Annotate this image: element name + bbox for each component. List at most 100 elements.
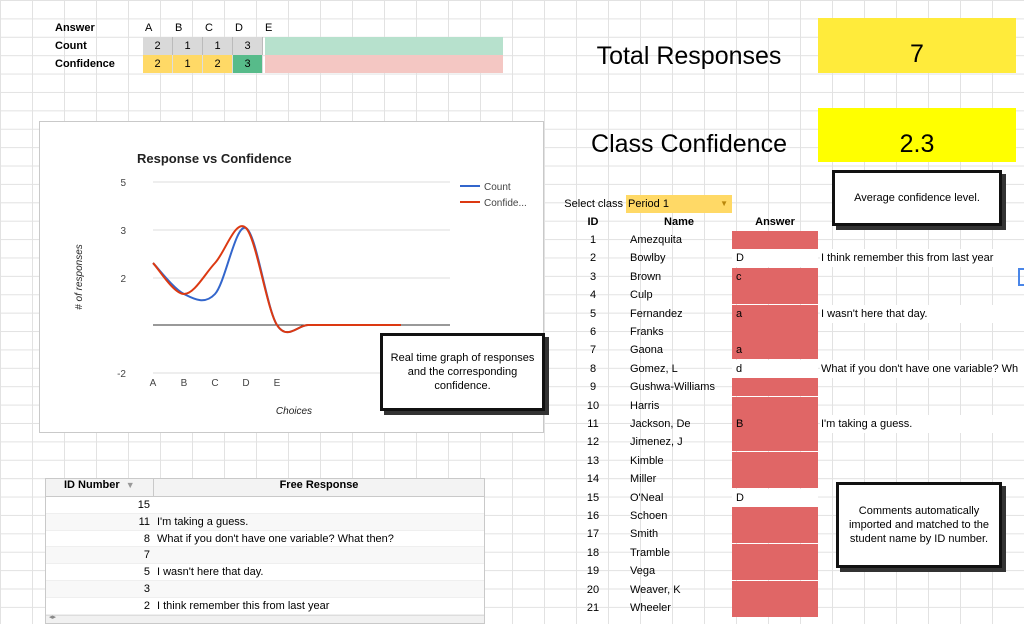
free-response-text xyxy=(154,581,157,597)
select-class-label: Select class xyxy=(564,198,623,210)
student-name-cell: O'Neal xyxy=(630,491,664,504)
class-confidence-label: Class Confidence xyxy=(591,130,787,158)
student-answer-cell[interactable]: c xyxy=(732,267,818,286)
id-number-header-label: ID Number xyxy=(64,479,120,491)
class-confidence-value: 2.3 xyxy=(818,108,1016,162)
student-answer-cell[interactable] xyxy=(732,562,818,581)
confidence-cell: 2 xyxy=(143,55,173,73)
answer-header-cell: A xyxy=(145,22,153,34)
period-select[interactable]: Period 1 ▼ xyxy=(626,195,732,213)
student-id-cell: 18 xyxy=(586,546,600,559)
count-cell: 1 xyxy=(203,37,233,55)
student-name-cell: Miller xyxy=(630,473,657,486)
student-id-cell: 17 xyxy=(586,528,600,541)
free-response-id: 11 xyxy=(138,515,150,528)
selected-cell[interactable] xyxy=(1018,268,1024,286)
student-id-cell: 7 xyxy=(589,344,597,357)
count-bar xyxy=(265,37,503,55)
student-id-cell: 14 xyxy=(586,473,600,486)
student-id-cell: 13 xyxy=(586,454,600,467)
student-answer-cell[interactable] xyxy=(732,580,818,599)
free-response-row[interactable]: 5 I wasn't here that day. xyxy=(46,564,484,581)
horizontal-scrollbar[interactable]: ◂▸ xyxy=(46,613,484,623)
free-response-id: 15 xyxy=(137,499,150,511)
student-name-cell: Brown xyxy=(630,270,662,283)
count-cell: 3 xyxy=(233,37,263,55)
student-answer-cell[interactable] xyxy=(732,470,818,489)
summary-table: Answer Count Confidence ABCDE21132123 xyxy=(53,19,503,74)
student-comment-cell: I think remember this from last year xyxy=(820,249,1024,268)
student-name-cell: Fernandez xyxy=(630,307,683,320)
x-axis-label: Choices xyxy=(276,406,312,417)
student-id-cell: 16 xyxy=(586,510,600,522)
answer-header-cell: C xyxy=(205,22,213,34)
answer-header-cell: E xyxy=(265,22,273,34)
free-response-text: What if you don't have one variable? Wha… xyxy=(157,532,394,545)
sort-down-icon[interactable]: ▼ xyxy=(126,480,135,490)
student-answer-cell[interactable]: d xyxy=(732,359,818,378)
student-answer-cell[interactable] xyxy=(732,433,818,452)
free-response-row[interactable]: 15 xyxy=(46,497,484,514)
free-response-id: 7 xyxy=(143,549,150,562)
free-response-row[interactable]: 7 xyxy=(46,547,484,565)
student-name-cell: Amezquita xyxy=(630,234,682,246)
free-response-id: 5 xyxy=(143,566,150,579)
student-answer-cell[interactable] xyxy=(732,378,818,397)
answer-row-label: Answer xyxy=(55,22,95,34)
free-response-row[interactable]: 3 xyxy=(46,580,484,598)
answer-header: Answer xyxy=(755,216,795,228)
graph-callout: Real time graph of responses and the cor… xyxy=(380,333,545,411)
student-name-cell: Kimble xyxy=(630,454,664,467)
student-name-cell: Jimenez, J xyxy=(630,436,683,449)
y-tick-label: -2 xyxy=(117,369,126,380)
student-id-cell: 1 xyxy=(589,234,597,246)
student-answer-cell[interactable]: a xyxy=(732,304,818,323)
student-answer-cell[interactable] xyxy=(732,599,818,617)
free-response-row[interactable]: 8 What if you don't have one variable? Wh… xyxy=(46,531,484,548)
confidence-cell: 2 xyxy=(203,55,233,73)
x-tick-label: E xyxy=(274,378,281,389)
student-id-cell: 2 xyxy=(589,252,597,265)
dropdown-arrow-icon: ▼ xyxy=(720,199,728,208)
student-answer-cell[interactable]: D xyxy=(732,488,818,507)
student-name-cell: Gushwa-Williams xyxy=(630,381,715,394)
student-answer-cell[interactable]: D xyxy=(732,249,818,268)
y-tick-label: 5 xyxy=(120,178,126,189)
free-response-row[interactable]: 11 I'm taking a guess. xyxy=(46,513,484,531)
student-name-cell: Schoen xyxy=(630,510,668,522)
student-answer-cell[interactable]: a xyxy=(732,341,818,360)
free-response-panel: ID Number ▼ Free Response 15 11 I'm taking… xyxy=(45,478,485,624)
count-row-label: Count xyxy=(55,40,87,52)
student-answer-cell[interactable] xyxy=(732,286,818,305)
student-answer-cell[interactable]: B xyxy=(732,415,818,433)
id-number-header[interactable]: ID Number ▼ xyxy=(46,479,154,496)
count-cell: 1 xyxy=(173,37,203,55)
student-answer-cell[interactable] xyxy=(732,525,818,544)
student-name-cell: Weaver, K xyxy=(630,583,681,596)
student-answer-cell[interactable] xyxy=(732,543,818,562)
student-answer-cell[interactable] xyxy=(732,507,818,525)
y-tick-label: 2 xyxy=(120,274,126,285)
student-name-cell: Wheeler xyxy=(630,602,671,614)
x-tick-label: A xyxy=(150,378,157,389)
comments-callout: Comments automatically imported and matc… xyxy=(836,482,1002,568)
student-answer-cell[interactable] xyxy=(732,451,818,470)
student-name-cell: Harris xyxy=(630,399,660,412)
free-response-text xyxy=(154,497,157,513)
student-id-cell: 6 xyxy=(589,326,597,338)
x-tick-label: D xyxy=(242,378,249,389)
series-line-0 xyxy=(152,226,401,334)
student-answer-cell[interactable] xyxy=(732,323,818,341)
student-name-cell: Tramble xyxy=(630,546,670,559)
student-id-cell: 10 xyxy=(586,399,600,412)
free-response-text: I'm taking a guess. xyxy=(157,515,249,528)
period-select-value: Period 1 xyxy=(628,198,669,210)
free-response-row[interactable]: 2 I think remember this from last year xyxy=(46,598,484,615)
student-id-cell: 20 xyxy=(586,583,600,596)
student-answer-cell[interactable] xyxy=(732,231,818,249)
chart-title: Response vs Confidence xyxy=(137,151,292,166)
x-tick-label: C xyxy=(211,378,218,389)
scroll-left-icon[interactable]: ◂▸ xyxy=(49,613,56,621)
student-answer-cell[interactable] xyxy=(732,396,818,415)
free-response-col-header: Free Response xyxy=(279,479,359,491)
